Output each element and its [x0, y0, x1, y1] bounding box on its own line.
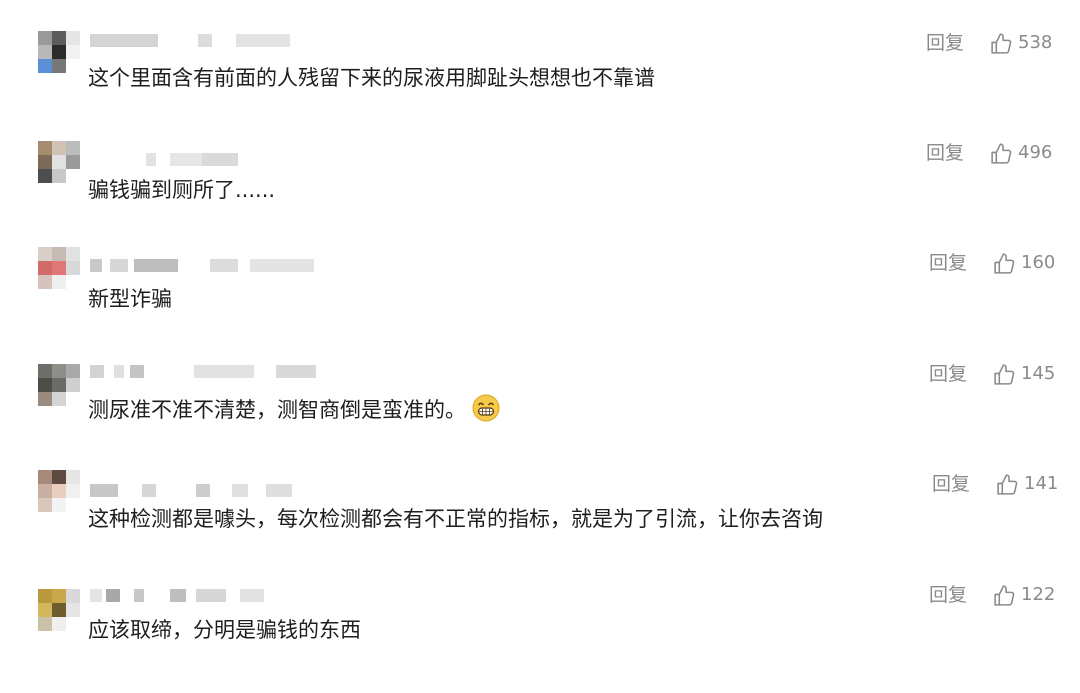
avatar[interactable]	[38, 364, 80, 406]
like-button[interactable]: 141	[994, 472, 1058, 496]
thumbs-up-icon	[994, 363, 1015, 385]
comment-text: 新型诈骗	[88, 287, 172, 311]
thumbs-up-icon	[997, 473, 1018, 495]
reply-button[interactable]: 回复	[932, 472, 970, 496]
reply-button[interactable]: 回复	[929, 362, 967, 386]
grinning-face-emoji	[472, 394, 500, 430]
comment-item: 应该取缔，分明是骗钱的东西 回复 122	[0, 583, 1080, 693]
comment-item: 测尿准不准不清楚，测智商倒是蛮准的。 回复 145	[0, 362, 1080, 472]
avatar[interactable]	[38, 31, 80, 73]
comment-text: 骗钱骗到厕所了......	[88, 178, 276, 202]
reply-button[interactable]: 回复	[929, 583, 967, 607]
thumbs-up-icon	[991, 142, 1012, 164]
like-button[interactable]: 122	[991, 583, 1055, 607]
comment-text: 测尿准不准不清楚，测智商倒是蛮准的。	[88, 394, 500, 430]
like-button[interactable]: 496	[988, 141, 1052, 165]
comment-text: 这种检测都是噱头，每次检测都会有不正常的指标，就是为了引流，让你去咨询	[88, 507, 823, 531]
comment-item: 新型诈骗 回复 160	[0, 247, 1080, 361]
like-count: 160	[1021, 252, 1056, 273]
comment-text: 这个里面含有前面的人残留下来的尿液用脚趾头想想也不靠谱	[88, 66, 655, 90]
thumbs-up-icon	[994, 252, 1015, 274]
reply-button[interactable]: 回复	[926, 141, 964, 165]
reply-button[interactable]: 回复	[926, 31, 964, 55]
avatar[interactable]	[38, 141, 80, 183]
like-count: 538	[1018, 32, 1053, 53]
like-count: 122	[1021, 584, 1056, 605]
comment-list: 这个里面含有前面的人残留下来的尿液用脚趾头想想也不靠谱 回复 538 骗钱骗到厕…	[0, 0, 1080, 685]
comment-item: 这种检测都是噱头，每次检测都会有不正常的指标，就是为了引流，让你去咨询 回复 1…	[0, 470, 1080, 582]
like-count: 496	[1018, 142, 1053, 163]
like-count: 145	[1021, 363, 1056, 384]
like-button[interactable]: 538	[988, 31, 1052, 55]
comment-item: 骗钱骗到厕所了...... 回复 496	[0, 141, 1080, 251]
comment-text: 应该取缔，分明是骗钱的东西	[88, 618, 361, 642]
like-button[interactable]: 145	[991, 362, 1055, 386]
like-button[interactable]: 160	[991, 251, 1055, 275]
thumbs-up-icon	[991, 32, 1012, 54]
reply-button[interactable]: 回复	[929, 251, 967, 275]
avatar[interactable]	[38, 470, 80, 512]
avatar[interactable]	[38, 589, 80, 631]
thumbs-up-icon	[994, 584, 1015, 606]
avatar[interactable]	[38, 247, 80, 289]
comment-item: 这个里面含有前面的人残留下来的尿液用脚趾头想想也不靠谱 回复 538	[0, 31, 1080, 141]
like-count: 141	[1024, 473, 1059, 494]
